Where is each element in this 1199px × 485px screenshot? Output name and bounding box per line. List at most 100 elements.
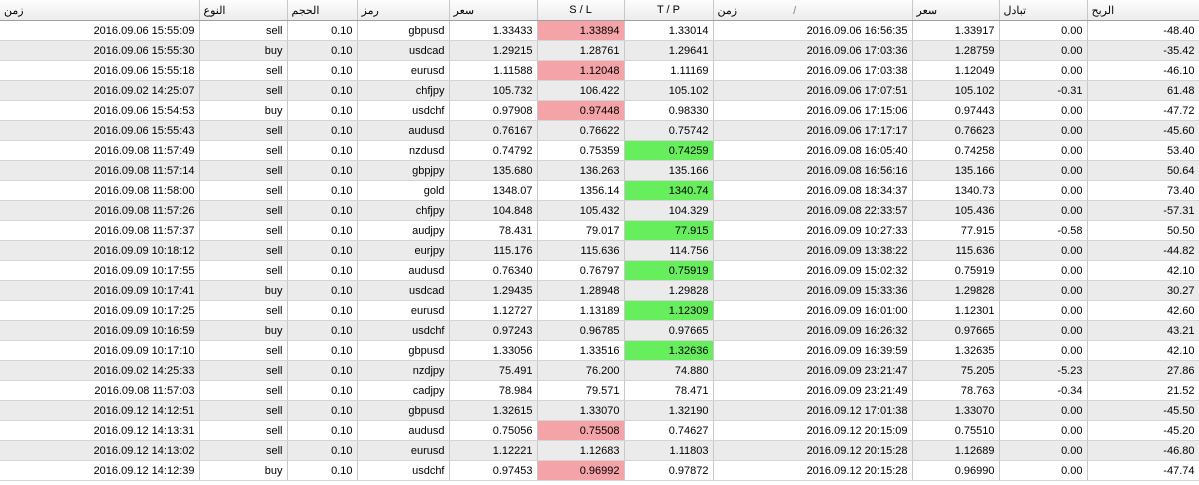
table-row[interactable]: 2016.09.06 15:55:43 sell 0.10 audusd 0.76167… <box>0 120 1199 141</box>
cell-stop-loss: 1.28948 <box>537 280 625 301</box>
cell-open-time: 2016.09.09 10:17:55 <box>0 260 200 281</box>
cell-swap: 0.00 <box>999 300 1088 321</box>
table-row[interactable]: 2016.09.09 10:16:59 buy 0.10 usdchf 0.97243 0… <box>0 320 1199 341</box>
cell-close-price: 1340.73 <box>912 180 1000 201</box>
cell-stop-loss: 1.33894 <box>537 20 625 41</box>
table-row[interactable]: 2016.09.02 14:25:07 sell 0.10 chfjpy 105.732… <box>0 80 1199 101</box>
cell-volume: 0.10 <box>287 140 358 161</box>
cell-close-price: 1.29828 <box>912 280 1000 301</box>
table-row[interactable]: 2016.09.09 10:18:12 sell 0.10 eurjpy 115.176… <box>0 240 1199 261</box>
col-header-close-time[interactable]: زمن / <box>713 0 913 21</box>
cell-type: sell <box>199 260 288 281</box>
cell-volume: 0.10 <box>287 460 358 481</box>
cell-take-profit: 1.32636 <box>624 340 714 361</box>
cell-symbol: nzdusd <box>357 140 450 161</box>
cell-close-time: 2016.09.09 16:01:00 <box>713 300 913 321</box>
cell-close-time: 2016.09.09 23:21:47 <box>713 360 913 381</box>
cell-take-profit: 0.75919 <box>624 260 714 281</box>
table-row[interactable]: 2016.09.08 11:58:00 sell 0.10 gold 1348.07 13… <box>0 180 1199 201</box>
cell-profit: -45.20 <box>1087 420 1199 441</box>
cell-type: sell <box>199 300 288 321</box>
col-header-type[interactable]: النوع <box>199 0 288 21</box>
table-row[interactable]: 2016.09.08 11:57:14 sell 0.10 gbpjpy 135.680… <box>0 160 1199 181</box>
col-header-swap[interactable]: تبادل <box>999 0 1088 21</box>
table-row[interactable]: 2016.09.06 15:55:30 buy 0.10 usdcad 1.29215 1… <box>0 40 1199 61</box>
cell-type: sell <box>199 200 288 221</box>
cell-take-profit: 1.11169 <box>624 60 714 81</box>
cell-take-profit: 135.166 <box>624 160 714 181</box>
table-row[interactable]: 2016.09.08 11:57:49 sell 0.10 nzdusd 0.74792… <box>0 140 1199 161</box>
cell-symbol: audusd <box>357 260 450 281</box>
cell-swap: 0.00 <box>999 240 1088 261</box>
cell-close-price: 1.12689 <box>912 440 1000 461</box>
table-row[interactable]: 2016.09.09 10:17:55 sell 0.10 audusd 0.76340… <box>0 260 1199 281</box>
cell-close-time: 2016.09.08 22:33:57 <box>713 200 913 221</box>
cell-open-price: 105.732 <box>449 80 538 101</box>
cell-type: buy <box>199 280 288 301</box>
cell-open-time: 2016.09.12 14:13:02 <box>0 440 200 461</box>
cell-profit: 73.40 <box>1087 180 1199 201</box>
table-row[interactable]: 2016.09.06 15:54:53 buy 0.10 usdchf 0.97908 0… <box>0 100 1199 121</box>
cell-swap: -5.23 <box>999 360 1088 381</box>
cell-close-price: 1.28759 <box>912 40 1000 61</box>
col-header-close-price[interactable]: سعر <box>912 0 1000 21</box>
cell-type: buy <box>199 320 288 341</box>
cell-close-time: 2016.09.06 17:17:17 <box>713 120 913 141</box>
cell-open-time: 2016.09.08 11:57:03 <box>0 380 200 401</box>
cell-open-time: 2016.09.06 15:55:18 <box>0 60 200 81</box>
cell-open-time: 2016.09.08 11:57:49 <box>0 140 200 161</box>
table-row[interactable]: 2016.09.12 14:13:31 sell 0.10 audusd 0.75056… <box>0 420 1199 441</box>
cell-swap: 0.00 <box>999 200 1088 221</box>
table-row[interactable]: 2016.09.08 11:57:03 sell 0.10 cadjpy 78.984 7… <box>0 380 1199 401</box>
cell-volume: 0.10 <box>287 120 358 141</box>
col-header-open-price[interactable]: سعر <box>449 0 538 21</box>
cell-open-time: 2016.09.08 11:58:00 <box>0 180 200 201</box>
table-row[interactable]: 2016.09.06 15:55:09 sell 0.10 gbpusd 1.33433… <box>0 20 1199 41</box>
cell-stop-loss: 1.13189 <box>537 300 625 321</box>
cell-symbol: usdchf <box>357 100 450 121</box>
cell-stop-loss: 0.75359 <box>537 140 625 161</box>
cell-swap: 0.00 <box>999 40 1088 61</box>
col-header-open-time[interactable]: زمن <box>0 0 200 21</box>
cell-stop-loss: 0.76797 <box>537 260 625 281</box>
cell-swap: 0.00 <box>999 100 1088 121</box>
cell-open-time: 2016.09.12 14:12:39 <box>0 460 200 481</box>
cell-profit: -45.60 <box>1087 120 1199 141</box>
table-row[interactable]: 2016.09.12 14:12:39 buy 0.10 usdchf 0.97453 0… <box>0 460 1199 481</box>
col-header-take-profit[interactable]: T / P <box>624 0 714 21</box>
table-row[interactable]: 2016.09.02 14:25:33 sell 0.10 nzdjpy 75.491 7… <box>0 360 1199 381</box>
col-header-symbol[interactable]: رمز <box>357 0 450 21</box>
cell-swap: 0.00 <box>999 280 1088 301</box>
table-row[interactable]: 2016.09.12 14:13:02 sell 0.10 eurusd 1.12221… <box>0 440 1199 461</box>
cell-take-profit: 114.756 <box>624 240 714 261</box>
cell-type: buy <box>199 460 288 481</box>
col-header-stop-loss[interactable]: S / L <box>537 0 625 21</box>
cell-type: sell <box>199 120 288 141</box>
cell-close-price: 1.12049 <box>912 60 1000 81</box>
cell-symbol: usdcad <box>357 40 450 61</box>
cell-take-profit: 0.75742 <box>624 120 714 141</box>
table-row[interactable]: 2016.09.12 14:12:51 sell 0.10 gbpusd 1.32615… <box>0 400 1199 421</box>
table-row[interactable]: 2016.09.09 10:17:25 sell 0.10 eurusd 1.12727… <box>0 300 1199 321</box>
cell-symbol: gold <box>357 180 450 201</box>
table-row[interactable]: 2016.09.08 11:57:26 sell 0.10 chfjpy 104.848… <box>0 200 1199 221</box>
cell-close-price: 0.96990 <box>912 460 1000 481</box>
cell-take-profit: 0.98330 <box>624 100 714 121</box>
cell-open-time: 2016.09.12 14:12:51 <box>0 400 200 421</box>
cell-profit: -44.82 <box>1087 240 1199 261</box>
cell-volume: 0.10 <box>287 20 358 41</box>
cell-swap: 0.00 <box>999 440 1088 461</box>
cell-open-time: 2016.09.08 11:57:37 <box>0 220 200 241</box>
cell-open-price: 1348.07 <box>449 180 538 201</box>
table-row[interactable]: 2016.09.09 10:17:41 buy 0.10 usdcad 1.29435 1… <box>0 280 1199 301</box>
cell-close-price: 0.97443 <box>912 100 1000 121</box>
table-row[interactable]: 2016.09.06 15:55:18 sell 0.10 eurusd 1.11588… <box>0 60 1199 81</box>
col-header-volume[interactable]: الحجم <box>287 0 358 21</box>
table-row[interactable]: 2016.09.08 11:57:37 sell 0.10 audjpy 78.431 7… <box>0 220 1199 241</box>
cell-volume: 0.10 <box>287 200 358 221</box>
table-row[interactable]: 2016.09.09 10:17:10 sell 0.10 gbpusd 1.33056… <box>0 340 1199 361</box>
col-header-profit[interactable]: الربح <box>1087 0 1199 21</box>
cell-open-price: 1.11588 <box>449 60 538 81</box>
cell-type: buy <box>199 40 288 61</box>
cell-type: sell <box>199 400 288 421</box>
